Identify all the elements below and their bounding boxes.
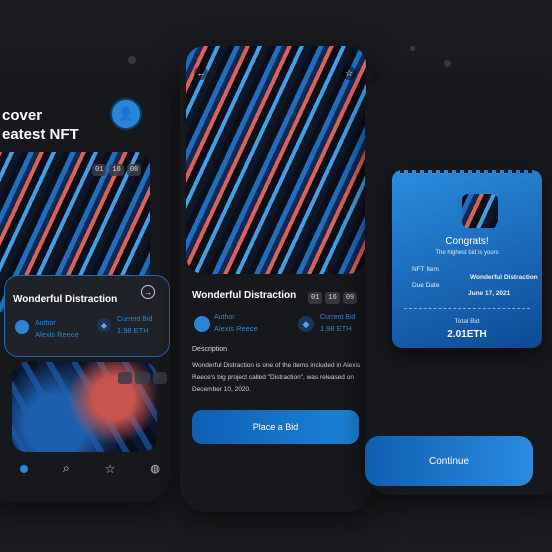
author-label: Author <box>214 314 235 321</box>
bid-value: 1.98 ETH <box>117 326 149 335</box>
nft-card[interactable]: Wonderful Distraction → Author Alexis Re… <box>4 275 170 357</box>
detail-screen: ← ☆ Wonderful Distraction 01 16 09 Author … <box>180 40 372 512</box>
ethereum-icon: ◆ <box>97 318 111 332</box>
divider <box>404 308 530 309</box>
author-avatar <box>194 316 210 332</box>
home-title: cover eatest NFT <box>2 107 79 143</box>
home-icon[interactable] <box>20 464 28 473</box>
total-value: 2.01ETH <box>447 329 487 340</box>
item-label: NFT Item <box>412 266 439 273</box>
ticket-edge <box>400 167 534 173</box>
congrats-subtitle: The highest bid is yours <box>435 250 499 256</box>
congrats-ticket: Congrats! The highest bid is yours NFT I… <box>392 167 542 348</box>
card-title: Wonderful Distraction <box>13 294 118 305</box>
bag-icon[interactable]: ◍ <box>150 462 160 475</box>
home-screen: cover eatest NFT 👤 01 16 08 Wonderful Dist… <box>0 72 170 502</box>
author-name: Alexis Reece <box>35 330 79 339</box>
bid-label: Current Bid <box>117 316 153 323</box>
arrow-right-icon[interactable]: → <box>141 285 155 299</box>
bid-value: 1.98 ETH <box>320 324 352 333</box>
bid-label: Current Bid <box>320 314 356 321</box>
countdown-timer: 01 16 09 <box>308 292 358 304</box>
ethereum-icon: ◆ <box>298 316 314 332</box>
nft-artwork-large <box>186 46 366 274</box>
description-heading: Description <box>192 346 228 353</box>
countdown-timer: 01 16 08 <box>92 164 142 176</box>
place-bid-button[interactable]: Place a Bid <box>192 410 359 444</box>
item-value: Wonderful Distraction <box>470 274 538 281</box>
back-icon[interactable]: ← <box>194 66 208 80</box>
date-label: Due Date <box>412 282 440 289</box>
bottom-nav: ⌕ ☆ ◍ <box>20 461 160 476</box>
countdown-timer-2 <box>118 372 168 384</box>
nft-thumbnail <box>462 194 498 228</box>
search-icon[interactable]: ⌕ <box>63 461 70 476</box>
congrats-title: Congrats! <box>445 236 489 247</box>
total-label: Total Bid <box>454 318 480 325</box>
author-avatar <box>15 320 29 334</box>
star-icon[interactable]: ☆ <box>342 66 356 80</box>
date-value: June 17, 2021 <box>468 290 511 297</box>
continue-button[interactable]: Continue <box>365 436 533 486</box>
author-label: Author <box>35 320 56 327</box>
avatar[interactable]: 👤 <box>110 98 142 130</box>
author-name: Alexis Reece <box>214 324 258 333</box>
description-text: Wonderful Distraction is one of the item… <box>192 362 361 393</box>
nft-title: Wonderful Distraction <box>192 290 297 301</box>
star-icon[interactable]: ☆ <box>105 462 116 476</box>
